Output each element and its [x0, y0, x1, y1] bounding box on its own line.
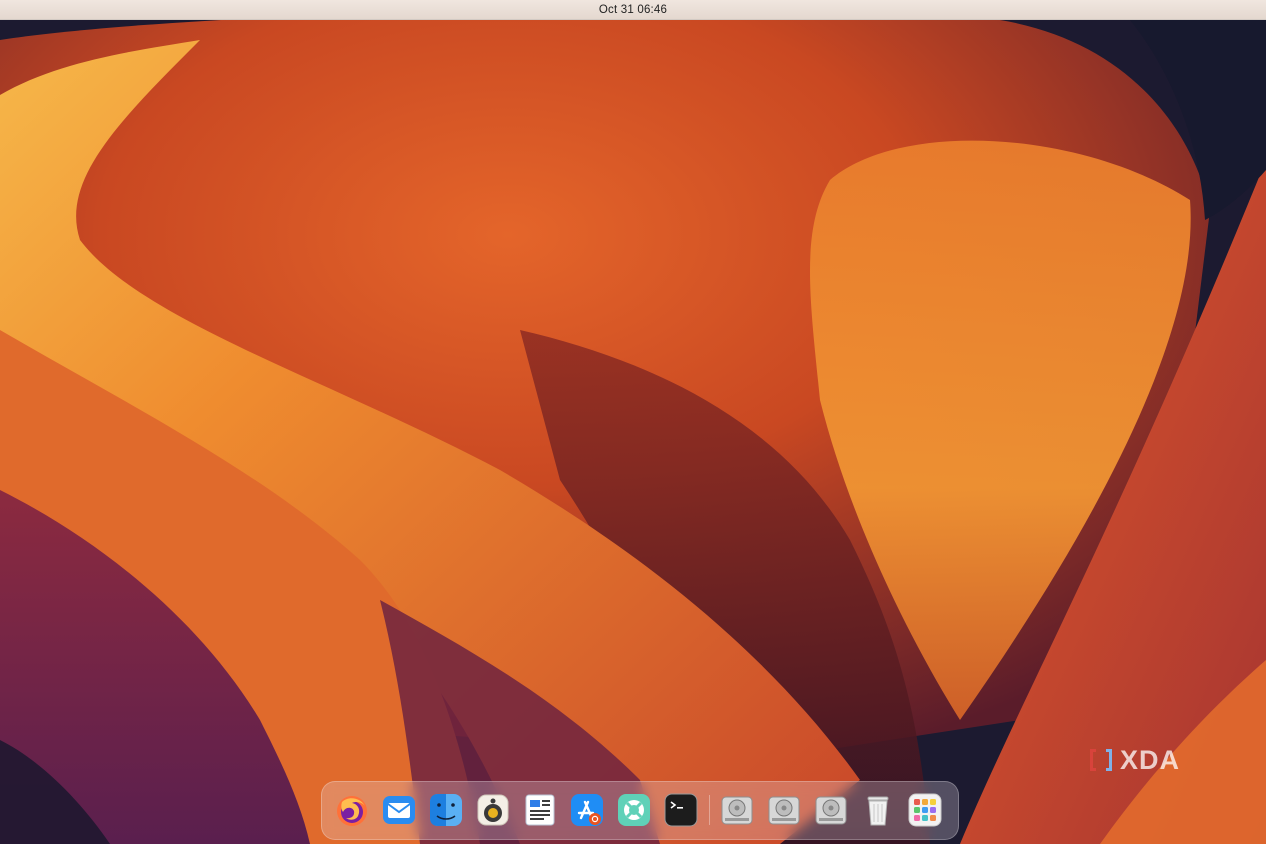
trash-icon	[867, 796, 889, 826]
dock-item-firefox[interactable]	[334, 792, 370, 828]
mail-icon	[383, 796, 415, 824]
hard-drive-icon	[815, 796, 847, 825]
dock-item-show-applications[interactable]	[907, 792, 943, 828]
hard-drive-icon	[768, 796, 800, 825]
app-grid-icon	[908, 793, 942, 827]
firefox-icon	[337, 796, 367, 826]
watermark-text: XDA	[1120, 744, 1181, 775]
dock	[321, 781, 959, 840]
dock-item-rhythmbox[interactable]	[475, 792, 511, 828]
dock-item-text-editor[interactable]	[522, 792, 558, 828]
terminal-icon	[664, 793, 698, 827]
dock-item-help[interactable]	[616, 792, 652, 828]
finder-icon	[430, 794, 462, 826]
document-icon	[525, 794, 555, 826]
dock-separator	[709, 795, 710, 825]
xda-logo-icon	[1090, 749, 1112, 771]
dock-item-terminal[interactable]	[663, 792, 699, 828]
hard-drive-icon	[721, 796, 753, 825]
help-lifebuoy-icon	[618, 794, 650, 826]
dock-item-drive-2[interactable]	[766, 792, 802, 828]
app-store-icon	[571, 794, 603, 826]
dock-item-trash[interactable]	[860, 792, 896, 828]
dock-item-finder[interactable]	[428, 792, 464, 828]
dock-item-drive-3[interactable]	[813, 792, 849, 828]
speaker-icon	[477, 794, 509, 826]
dock-item-drive-1[interactable]	[719, 792, 755, 828]
dock-item-mail[interactable]	[381, 792, 417, 828]
desktop-wallpaper	[0, 0, 1266, 844]
top-bar: Oct 31 06:46	[0, 0, 1266, 20]
dock-item-app-store[interactable]	[569, 792, 605, 828]
clock[interactable]: Oct 31 06:46	[599, 4, 667, 16]
xda-watermark: XDA	[1086, 745, 1206, 775]
